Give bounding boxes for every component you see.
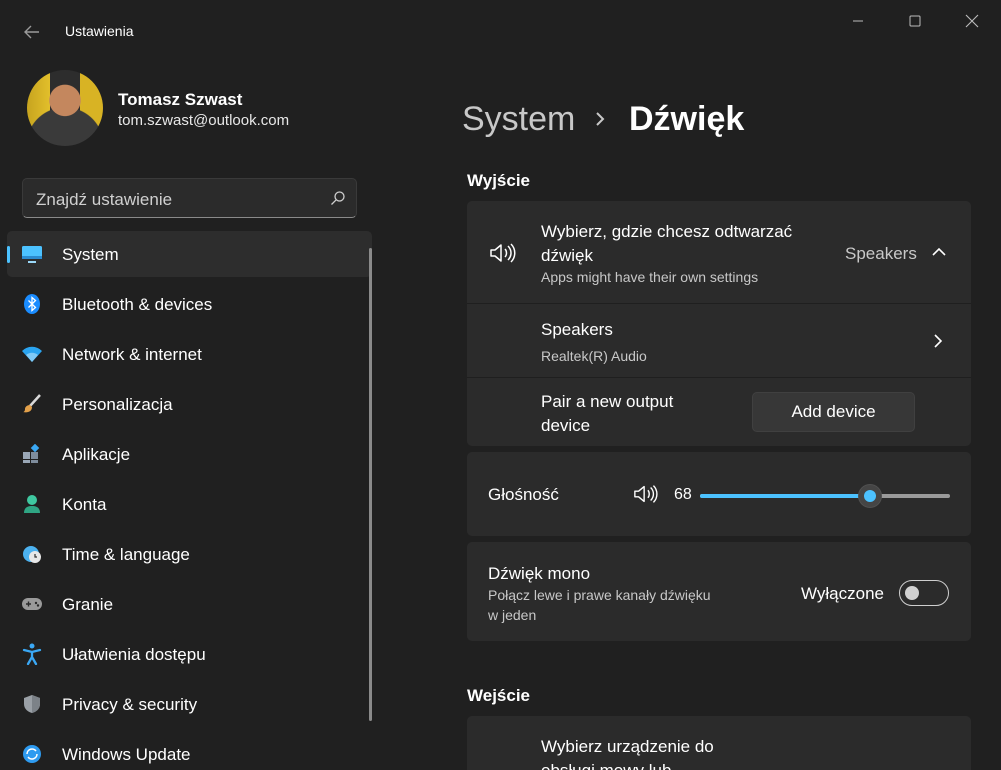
sidebar-scrollbar[interactable] xyxy=(369,248,372,721)
sidebar-item-gaming[interactable]: Granie xyxy=(7,581,372,627)
gamepad-icon xyxy=(21,594,43,614)
volume-card: Głośność 68 xyxy=(467,452,971,536)
toggle-knob xyxy=(905,586,919,600)
sidebar-nav: System Bluetooth & devices Network & int… xyxy=(7,231,372,770)
sidebar-item-accounts[interactable]: Konta xyxy=(7,481,372,527)
globe-clock-icon xyxy=(21,544,43,564)
search-icon[interactable] xyxy=(330,190,346,206)
choose-output-subtitle: Apps might have their own settings xyxy=(541,269,759,285)
sidebar-item-label: Bluetooth & devices xyxy=(62,295,213,314)
volume-slider[interactable] xyxy=(700,484,950,508)
shield-icon xyxy=(21,694,43,714)
search-placeholder: Znajdź ustawienie xyxy=(36,190,173,209)
sidebar-item-time-language[interactable]: Time & language xyxy=(7,531,372,577)
wifi-icon xyxy=(21,344,43,364)
title-bar: Ustawienia xyxy=(0,0,1001,62)
bluetooth-icon xyxy=(21,294,43,314)
output-card: Wybierz, gdzie chcesz odtwarzać dźwięk A… xyxy=(467,201,971,446)
settings-window: Ustawienia Tomasz Szwast tom.szwast@outl… xyxy=(0,0,1001,770)
sidebar-item-windows-update[interactable]: Windows Update xyxy=(7,731,372,770)
page-title: Dźwięk xyxy=(629,100,745,138)
minimize-button[interactable] xyxy=(838,8,878,34)
pair-label-1: Pair a new output xyxy=(541,392,674,411)
mono-state-text: Wyłączone xyxy=(801,584,884,603)
device-name: Speakers xyxy=(541,320,613,339)
app-title: Ustawienia xyxy=(65,23,134,39)
avatar[interactable] xyxy=(27,70,103,146)
sidebar-item-system[interactable]: System xyxy=(7,231,372,277)
volume-slider-thumb[interactable] xyxy=(858,484,882,508)
mono-card: Dźwięk mono Połącz lewe i prawe kanały d… xyxy=(467,542,971,641)
volume-label: Głośność xyxy=(488,485,559,504)
sidebar-item-label: System xyxy=(62,245,119,264)
selected-output-value: Speakers xyxy=(845,244,917,263)
output-device-row[interactable]: Speakers Realtek(R) Audio xyxy=(467,303,971,377)
sidebar-item-label: Personalizacja xyxy=(62,395,173,414)
choose-output-title-2: dźwięk xyxy=(541,246,593,265)
sidebar-item-label: Time & language xyxy=(62,545,190,564)
speaker-icon[interactable] xyxy=(633,484,659,504)
active-indicator xyxy=(7,246,10,263)
sidebar-item-label: Network & internet xyxy=(62,345,202,364)
monitor-icon xyxy=(21,244,43,264)
mono-description-2: w jeden xyxy=(488,607,537,623)
sidebar-item-privacy[interactable]: Privacy & security xyxy=(7,681,372,727)
mono-description-1: Połącz lewe i prawe kanały dźwięku xyxy=(488,587,711,603)
choose-input-title-2: obsługi mowy lub xyxy=(541,759,671,770)
sidebar-item-label: Ułatwienia dostępu xyxy=(62,645,206,664)
choose-input-title-1: Wybierz urządzenie do xyxy=(541,737,714,756)
sidebar-item-personalization[interactable]: Personalizacja xyxy=(7,381,372,427)
apps-icon xyxy=(21,444,43,464)
speaker-icon xyxy=(490,243,516,263)
sidebar-item-label: Privacy & security xyxy=(62,695,198,714)
person-icon xyxy=(21,494,43,514)
sidebar-item-label: Konta xyxy=(62,495,107,514)
sidebar-item-label: Windows Update xyxy=(62,745,191,764)
sidebar-item-label: Granie xyxy=(62,595,114,614)
volume-value: 68 xyxy=(674,486,692,503)
volume-slider-fill xyxy=(700,494,870,498)
search-input[interactable]: Znajdź ustawienie xyxy=(22,178,357,218)
accessibility-icon xyxy=(21,643,43,665)
minimize-icon xyxy=(853,20,863,22)
chevron-right-icon xyxy=(596,112,605,126)
add-device-button[interactable]: Add device xyxy=(752,392,915,432)
back-button[interactable] xyxy=(18,18,46,46)
user-name: Tomasz Szwast xyxy=(118,90,243,109)
mono-title: Dźwięk mono xyxy=(488,564,591,583)
sidebar-item-apps[interactable]: Aplikacje xyxy=(7,431,372,477)
arrow-left-icon xyxy=(24,25,39,39)
pair-device-row: Pair a new output device Add device xyxy=(467,377,971,446)
output-section-title: Wyjście xyxy=(467,171,531,190)
chevron-right-icon xyxy=(934,334,943,348)
device-driver: Realtek(R) Audio xyxy=(541,348,647,364)
breadcrumb-parent[interactable]: System xyxy=(462,100,575,139)
pair-label-2: device xyxy=(541,416,591,435)
user-email: tom.szwast@outlook.com xyxy=(118,112,290,129)
update-icon xyxy=(21,744,43,764)
input-card[interactable]: Wybierz urządzenie do obsługi mowy lub xyxy=(467,716,971,770)
input-section-title: Wejście xyxy=(467,686,531,705)
chevron-up-icon[interactable] xyxy=(931,247,947,257)
sidebar-item-label: Aplikacje xyxy=(62,445,131,464)
close-icon xyxy=(965,14,979,28)
brush-icon xyxy=(21,394,43,414)
sidebar-item-accessibility[interactable]: Ułatwienia dostępu xyxy=(7,631,372,677)
choose-output-title-1: Wybierz, gdzie chcesz odtwarzać xyxy=(541,222,793,241)
sidebar-item-bluetooth[interactable]: Bluetooth & devices xyxy=(7,281,372,327)
maximize-button[interactable] xyxy=(895,8,935,34)
maximize-icon xyxy=(909,15,921,27)
choose-output-row[interactable]: Wybierz, gdzie chcesz odtwarzać dźwięk A… xyxy=(467,201,971,303)
mono-toggle[interactable] xyxy=(899,580,949,606)
close-button[interactable] xyxy=(952,8,992,34)
sidebar-item-network[interactable]: Network & internet xyxy=(7,331,372,377)
